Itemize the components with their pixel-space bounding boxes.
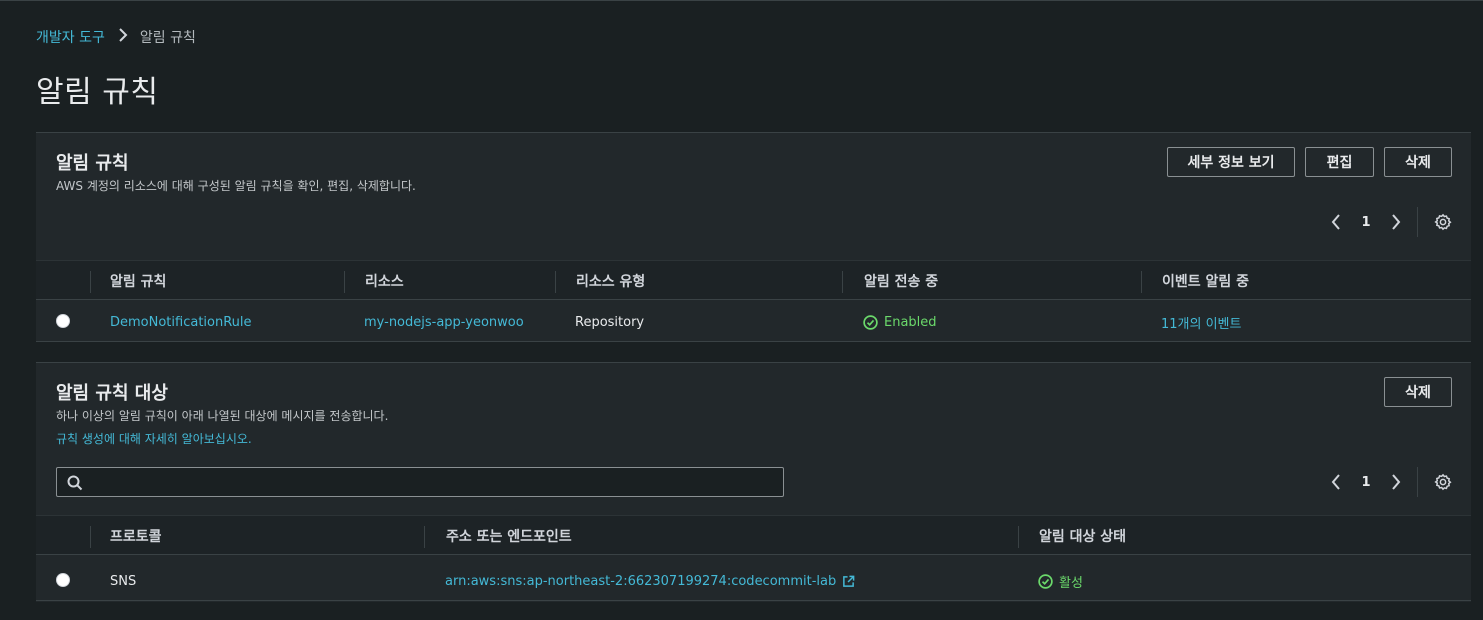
- table-row[interactable]: DemoNotificationRule my-nodejs-app-yeonw…: [36, 302, 1471, 342]
- page-title: 알림 규칙: [36, 75, 159, 110]
- breadcrumb-current: 알림 규칙: [139, 30, 196, 46]
- column-header-resource[interactable]: 리소스: [365, 261, 404, 301]
- column-divider: [344, 271, 345, 293]
- column-divider: [90, 526, 91, 548]
- delete-target-button[interactable]: 삭제: [1384, 377, 1452, 407]
- resource-type: Repository: [575, 314, 645, 330]
- column-divider: [555, 271, 556, 293]
- breadcrumb-developer-tools[interactable]: 개발자 도구: [36, 27, 105, 47]
- search-field[interactable]: [56, 467, 784, 497]
- external-link-icon: [842, 575, 855, 588]
- notification-targets-panel: 알림 규칙 대상 하나 이상의 알림 규칙이 아래 나열된 대상에 메시지를 전…: [36, 362, 1471, 602]
- row-radio[interactable]: [56, 573, 70, 587]
- endpoint-link[interactable]: arn:aws:sns:ap-northeast-2:662307199274:…: [445, 561, 855, 601]
- chevron-right-icon[interactable]: [1381, 214, 1411, 230]
- notification-rules-panel: 알림 규칙 AWS 계정의 리소스에 대해 구성된 알림 규칙을 확인, 편집,…: [36, 132, 1471, 342]
- view-details-button[interactable]: 세부 정보 보기: [1167, 147, 1295, 177]
- column-header-rule[interactable]: 알림 규칙: [110, 261, 166, 301]
- column-header-endpoint[interactable]: 주소 또는 엔드포인트: [446, 516, 572, 556]
- resource-link[interactable]: my-nodejs-app-yeonwoo: [364, 302, 524, 342]
- edit-button[interactable]: 편집: [1305, 147, 1374, 177]
- status-text: 활성: [1059, 575, 1083, 591]
- column-header-sending[interactable]: 알림 전송 중: [864, 261, 938, 301]
- column-header-events[interactable]: 이벤트 알림 중: [1162, 261, 1249, 301]
- panel-description: AWS 계정의 리소스에 대해 구성된 알림 규칙을 확인, 편집, 삭제합니다…: [56, 179, 416, 193]
- page-number[interactable]: 1: [1351, 475, 1381, 490]
- column-divider: [1018, 526, 1019, 548]
- column-divider: [424, 526, 425, 548]
- events-link[interactable]: 11개의 이벤트: [1161, 302, 1241, 342]
- rule-name-link[interactable]: DemoNotificationRule: [110, 302, 252, 342]
- search-icon: [67, 475, 83, 495]
- chevron-right-icon: [119, 28, 128, 46]
- target-status-badge: 활성: [1038, 561, 1083, 601]
- panel-title: 알림 규칙 대상: [56, 383, 168, 404]
- column-header-target-status[interactable]: 알림 대상 상태: [1039, 516, 1126, 556]
- column-divider: [842, 271, 843, 293]
- breadcrumb: 개발자 도구 알림 규칙: [36, 27, 196, 47]
- rules-table-header: 알림 규칙 리소스 리소스 유형 알림 전송 중 이벤트 알림 중: [36, 260, 1471, 300]
- gear-icon[interactable]: [1430, 213, 1456, 231]
- delete-button[interactable]: 삭제: [1384, 147, 1452, 177]
- column-header-protocol[interactable]: 프로토콜: [110, 516, 162, 556]
- pager-divider: [1417, 467, 1418, 497]
- gear-icon[interactable]: [1430, 473, 1456, 491]
- pagination: 1: [1321, 205, 1456, 239]
- check-circle-icon: [1038, 573, 1053, 589]
- panel-description: 하나 이상의 알림 규칙이 아래 나열된 대상에 메시지를 전송합니다.: [56, 409, 389, 423]
- check-circle-icon: [863, 314, 878, 330]
- endpoint-text: arn:aws:sns:ap-northeast-2:662307199274:…: [445, 573, 837, 589]
- learn-more-link[interactable]: 규칙 생성에 대해 자세히 알아보십시오.: [56, 430, 252, 447]
- panel-title: 알림 규칙: [56, 153, 129, 174]
- protocol: SNS: [110, 573, 137, 589]
- pager-divider: [1417, 207, 1418, 237]
- page-number[interactable]: 1: [1351, 215, 1381, 230]
- targets-table-header: 프로토콜 주소 또는 엔드포인트 알림 대상 상태: [36, 515, 1471, 555]
- table-row[interactable]: SNS arn:aws:sns:ap-northeast-2:662307199…: [36, 561, 1471, 601]
- status-text: Enabled: [884, 314, 937, 330]
- status-badge: Enabled: [863, 302, 937, 342]
- row-radio[interactable]: [56, 314, 70, 328]
- column-header-resource-type[interactable]: 리소스 유형: [576, 261, 645, 301]
- column-divider: [1141, 271, 1142, 293]
- column-divider: [90, 271, 91, 293]
- chevron-left-icon[interactable]: [1321, 474, 1351, 490]
- pagination: 1: [1321, 465, 1456, 499]
- chevron-left-icon[interactable]: [1321, 214, 1351, 230]
- search-input[interactable]: [91, 468, 771, 496]
- chevron-right-icon[interactable]: [1381, 474, 1411, 490]
